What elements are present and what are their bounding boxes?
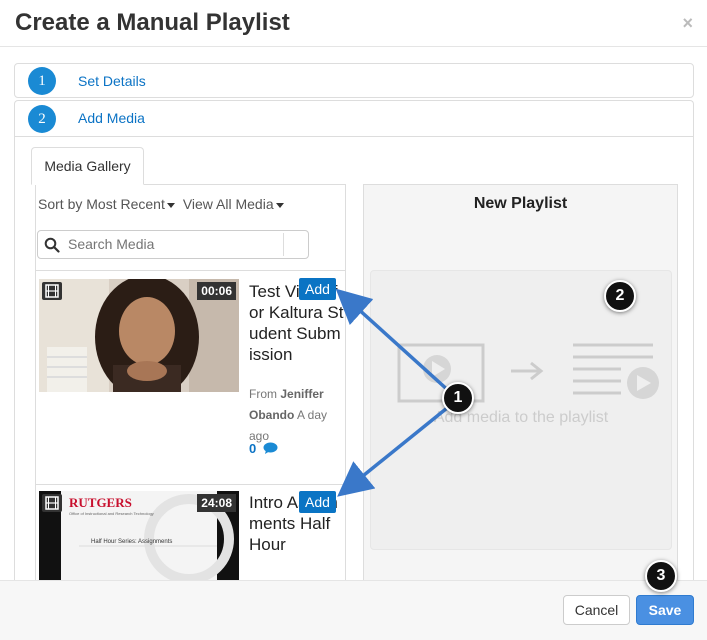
gallery-toolbar: Sort by Most Recent View All Media [38, 196, 292, 212]
comment-icon [263, 442, 278, 454]
sort-dropdown[interactable]: Sort by Most Recent [38, 196, 165, 212]
duration-badge: 00:06 [197, 282, 236, 300]
add-button[interactable]: Add [299, 491, 336, 513]
thumb-caption: Half Hour Series: Assignments [91, 539, 172, 545]
add-button[interactable]: Add [299, 278, 336, 300]
callout-badge-1: 1 [442, 382, 474, 414]
save-button[interactable]: Save [636, 595, 694, 625]
tab-media-gallery[interactable]: Media Gallery [31, 147, 144, 185]
thumb-brand: RUTGERS [69, 495, 132, 510]
close-icon[interactable]: × [682, 13, 693, 34]
chevron-down-icon[interactable] [166, 202, 175, 208]
modal-footer: Cancel Save [0, 580, 707, 640]
step-add-media-header[interactable]: 2 Add Media [15, 101, 693, 137]
filter-dropdown[interactable]: View All Media [183, 196, 274, 212]
cancel-button[interactable]: Cancel [563, 595, 630, 625]
create-playlist-modal: Create a Manual Playlist × 1 Set Details… [0, 0, 707, 640]
search-icon [44, 237, 60, 253]
video-type-icon [42, 494, 62, 512]
search-input[interactable] [68, 236, 278, 252]
media-meta: From Jeniffer Obando A day ago [249, 384, 344, 447]
media-gallery-panel: Sort by Most Recent View All Media Searc… [35, 184, 346, 581]
likes-value: 0 [249, 441, 257, 456]
video-thumbnail[interactable]: 00:06 [39, 279, 239, 392]
from-label: From [249, 387, 277, 401]
playlist-title: New Playlist [473, 195, 568, 212]
search-divider [283, 233, 284, 256]
media-item: 00:06 Test Video for Kaltura Student Sub… [36, 271, 345, 485]
playlist-placeholder: Add media to the playlist [433, 409, 609, 426]
modal-header: Create a Manual Playlist × [0, 0, 707, 47]
step-add-media: 2 Add Media Media Gallery Sort by Most R… [14, 100, 694, 581]
video-type-icon [42, 282, 62, 300]
callout-badge-2: 2 [604, 280, 636, 312]
video-thumbnail[interactable]: RUTGERS Office of Instructional and Rese… [39, 491, 239, 581]
search-box[interactable] [37, 230, 309, 259]
step-label-set-details[interactable]: Set Details [78, 73, 146, 89]
playlist-drop-zone[interactable]: Add media to the playlist [370, 270, 672, 550]
chevron-down-icon[interactable] [275, 202, 284, 208]
step-label-add-media[interactable]: Add Media [78, 110, 145, 126]
step-set-details[interactable]: 1 Set Details [14, 63, 694, 98]
thumb-subtitle: Office of Instructional and Research Tec… [69, 511, 154, 516]
likes-count[interactable]: 0 [249, 441, 278, 456]
modal-title: Create a Manual Playlist [15, 9, 290, 36]
media-item: RUTGERS Office of Instructional and Rese… [36, 485, 345, 581]
step-number-1: 1 [28, 67, 56, 95]
duration-badge: 24:08 [197, 494, 236, 512]
callout-badge-3: 3 [645, 560, 677, 592]
step-number-2: 2 [28, 105, 56, 133]
new-playlist-panel: New Playlist Add media to the playlist [363, 184, 678, 581]
